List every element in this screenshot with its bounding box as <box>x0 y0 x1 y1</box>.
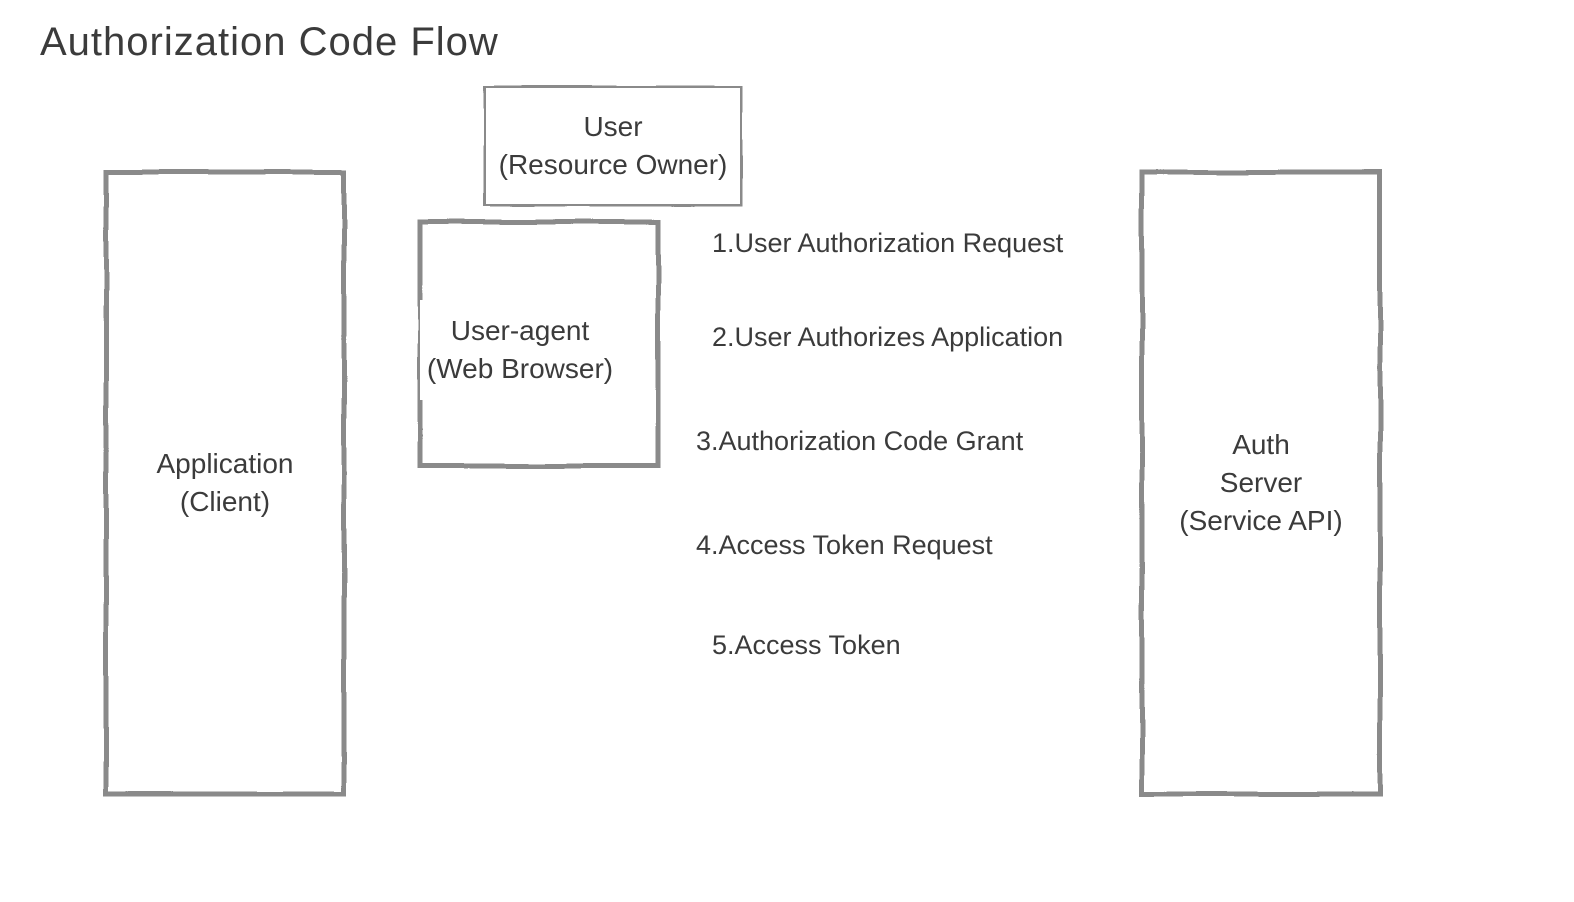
application-label-2: (Client) <box>180 483 270 521</box>
flow-2-label: 2.User Authorizes Application <box>700 322 1075 353</box>
application-label-1: Application <box>157 445 294 483</box>
user-agent-label-1: User-agent <box>451 312 590 350</box>
flow-4-label: 4.Access Token Request <box>684 530 1005 561</box>
application-box: Application (Client) <box>106 172 344 794</box>
auth-server-label-3: (Service API) <box>1179 502 1342 540</box>
user-agent-label-2: (Web Browser) <box>427 350 613 388</box>
flow-5-label: 5.Access Token <box>700 630 913 661</box>
user-agent-box: User-agent (Web Browser) <box>420 300 620 400</box>
flow-1-label: 1.User Authorization Request <box>700 228 1075 259</box>
user-label-2: (Resource Owner) <box>499 146 728 184</box>
auth-server-label-2: Server <box>1220 464 1302 502</box>
diagram-canvas: Application (Client) User (Resource Owne… <box>0 0 1574 902</box>
auth-server-label-1: Auth <box>1232 426 1290 464</box>
auth-server-box: Auth Server (Service API) <box>1142 172 1380 794</box>
user-box: User (Resource Owner) <box>486 88 740 204</box>
flow-3-label: 3.Authorization Code Grant <box>684 426 1035 457</box>
user-label-1: User <box>583 108 642 146</box>
